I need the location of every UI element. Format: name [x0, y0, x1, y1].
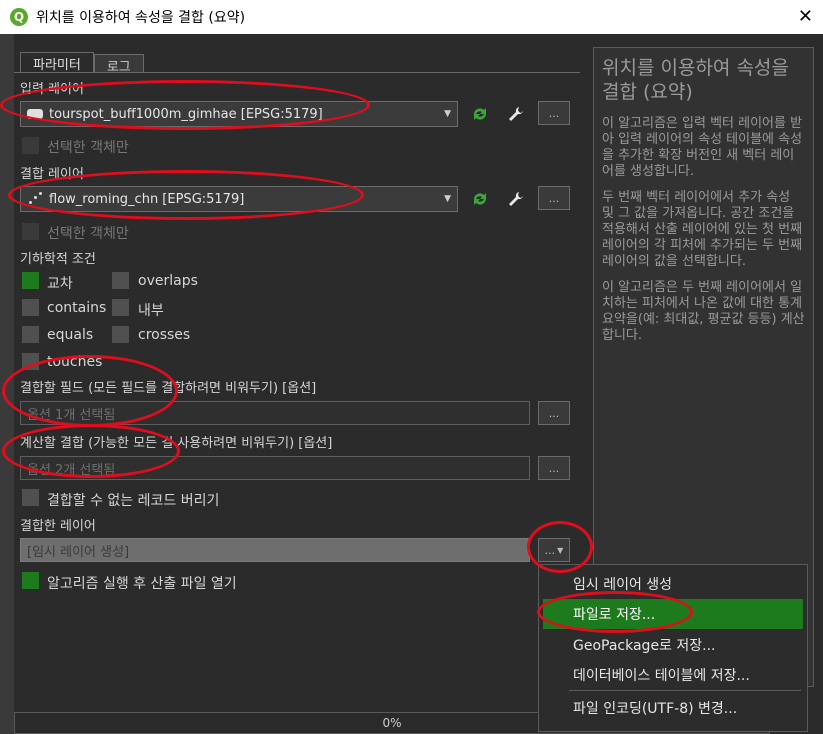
fields-to-join-button[interactable]: ...	[538, 401, 570, 425]
intersects-label: 교차	[47, 276, 73, 292]
qgis-logo-icon: Q	[10, 8, 28, 26]
chevron-down-icon: ▼	[557, 545, 564, 555]
join-layer-label: 결합 레이어	[20, 167, 84, 182]
geometry-label: 기하학적 조건	[20, 252, 96, 267]
help-paragraph: 두 번째 벡터 레이어에서 추가 속성 및 그 값을 가져옵니다. 공간 조건을…	[602, 190, 803, 269]
input-selected-only-checkbox[interactable]	[22, 137, 39, 154]
equals-checkbox[interactable]	[22, 326, 39, 343]
joined-layer-field[interactable]: [임시 레이어 생성]	[20, 538, 530, 562]
polygon-layer-icon	[27, 109, 43, 119]
menu-item-temporary-layer[interactable]: 임시 레이어 생성	[543, 569, 803, 599]
joined-layer-button[interactable]: ... ▼	[538, 538, 570, 562]
intersects-checkbox[interactable]	[22, 272, 39, 289]
discard-records-label: 결합할 수 없는 레코드 버리기	[47, 493, 220, 509]
input-layer-options-button[interactable]: ...	[538, 101, 570, 125]
input-layer-combo[interactable]: tourspot_buff1000m_gimhae [EPSG:5179] ▼	[20, 101, 458, 127]
input-layer-label: 입력 레이어	[20, 82, 84, 97]
equals-label: equals	[47, 327, 94, 343]
fields-to-join-field[interactable]: 옵션 1개 선택됨	[20, 401, 530, 425]
join-selected-only-label: 선택한 객체만	[47, 226, 129, 242]
within-label: 내부	[138, 303, 164, 319]
summaries-button[interactable]: ...	[538, 456, 570, 480]
contains-checkbox[interactable]	[22, 299, 39, 316]
overlaps-label: overlaps	[138, 273, 198, 289]
help-title: 위치를 이용하여 속성을 결합 (요약)	[602, 57, 789, 103]
progress-text: 0%	[382, 716, 402, 730]
output-menu: 임시 레이어 생성 파일로 저장... GeoPackage로 저장... 데이…	[538, 564, 808, 732]
menu-item-save-to-geopackage[interactable]: GeoPackage로 저장...	[543, 630, 803, 660]
chevron-down-icon: ▼	[444, 194, 451, 204]
input-layer-value: tourspot_buff1000m_gimhae [EPSG:5179]	[49, 106, 323, 122]
joined-layer-label: 결합한 레이어	[20, 519, 96, 534]
discard-records-checkbox[interactable]	[22, 489, 39, 506]
iterate-icon[interactable]	[470, 104, 490, 124]
left-strip	[0, 34, 14, 734]
wrench-icon[interactable]	[506, 189, 526, 209]
title-bar: Q 위치를 이용하여 속성을 결합 (요약) ✕	[0, 0, 823, 34]
point-layer-icon	[27, 192, 43, 206]
overlaps-checkbox[interactable]	[112, 272, 129, 289]
join-selected-only-checkbox[interactable]	[22, 223, 39, 240]
within-checkbox[interactable]	[112, 299, 129, 316]
window-title: 위치를 이용하여 속성을 결합 (요약)	[36, 10, 246, 26]
tab-parameters[interactable]: 파라미터	[20, 52, 94, 73]
touches-label: touches	[47, 354, 103, 370]
menu-item-save-to-file[interactable]: 파일로 저장...	[543, 599, 803, 629]
join-layer-combo[interactable]: flow_roming_chn [EPSG:5179] ▼	[20, 186, 458, 212]
iterate-icon[interactable]	[470, 189, 490, 209]
contains-label: contains	[47, 300, 107, 316]
menu-item-save-to-database[interactable]: 데이터베이스 테이블에 저장...	[543, 660, 803, 690]
wrench-icon[interactable]	[506, 104, 526, 124]
help-paragraph: 이 알고리즘은 입력 벡터 레이어를 받아 입력 레이어의 속성 테이블에 속성…	[602, 116, 803, 179]
help-paragraph: 이 알고리즘은 두 번째 레이어에서 일치하는 피처에서 나온 값에 대한 통계…	[602, 280, 805, 343]
join-layer-options-button[interactable]: ...	[538, 186, 570, 210]
crosses-label: crosses	[138, 327, 191, 343]
touches-checkbox[interactable]	[22, 353, 39, 370]
fields-to-join-label: 결합할 필드 (모든 필드를 결합하려면 비워두기) [옵션]	[20, 381, 317, 396]
chevron-down-icon: ▼	[444, 109, 451, 119]
join-layer-value: flow_roming_chn [EPSG:5179]	[49, 191, 245, 207]
crosses-checkbox[interactable]	[112, 326, 129, 343]
ellipsis-label: ...	[544, 543, 556, 557]
summaries-label: 계산할 결합 (가능한 모든 걸 사용하려면 비워두기) [옵션]	[20, 436, 333, 451]
input-selected-only-label: 선택한 객체만	[47, 140, 129, 156]
close-icon[interactable]: ✕	[798, 6, 813, 27]
menu-item-change-encoding[interactable]: 파일 인코딩(UTF-8) 변경...	[543, 693, 803, 723]
summaries-field[interactable]: 옵션 2개 선택됨	[20, 456, 530, 480]
open-output-checkbox[interactable]	[22, 572, 39, 589]
menu-separator	[569, 690, 801, 691]
open-output-label: 알고리즘 실행 후 산출 파일 열기	[47, 576, 237, 592]
